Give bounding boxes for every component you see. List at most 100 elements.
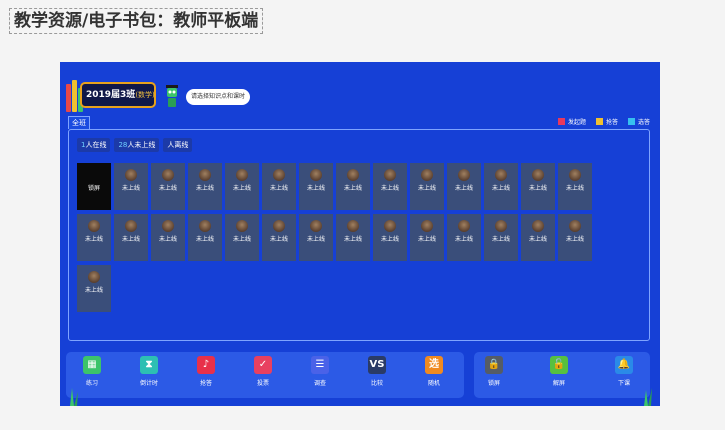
student-status-label: 未上线 (84, 287, 103, 294)
select-lesson-prompt[interactable]: 请选择知识点和课时 (186, 89, 251, 105)
student-status-label: 未上线 (565, 185, 584, 192)
student-tile[interactable]: 未上线 (77, 265, 111, 312)
student-tile[interactable]: 未上线 (484, 163, 518, 210)
student-tile[interactable]: 未上线 (410, 163, 444, 210)
unlock-icon: 🔓 (550, 356, 568, 374)
student-tile[interactable]: 未上线 (558, 214, 592, 261)
student-tile[interactable]: 锁屏 (77, 163, 111, 210)
student-tile[interactable]: 未上线 (447, 163, 481, 210)
student-tile[interactable]: 未上线 (225, 214, 259, 261)
student-status-label: 未上线 (528, 185, 547, 192)
student-status-label: 未上线 (528, 236, 547, 243)
student-tile[interactable]: 未上线 (299, 214, 333, 261)
student-tile[interactable]: 未上线 (225, 163, 259, 210)
student-tile[interactable]: 未上线 (484, 214, 518, 261)
grass-decoration-left (70, 388, 78, 406)
online-filter[interactable]: 1人在线 (77, 138, 111, 152)
tool-button[interactable]: ⧗ 倒计时 (129, 356, 169, 387)
class-name: 2019届3班 (86, 90, 136, 100)
robot-mascot-icon (166, 85, 178, 107)
avatar (310, 169, 322, 181)
student-panel: 1人在线 28人未上线 人离线 锁屏 未上线 未上线 未上线 未上线 未上线 未上线 未上线未… (68, 129, 650, 341)
tool-label: 抢答 (199, 380, 212, 387)
student-status-label: 未上线 (417, 185, 436, 192)
tool-label: 投票 (256, 380, 269, 387)
student-tile[interactable]: 未上线 (336, 214, 370, 261)
student-tile[interactable]: 未上线 (521, 163, 555, 210)
avatar (199, 169, 211, 181)
legend-item: 选答 (627, 117, 650, 126)
avatar (125, 169, 137, 181)
avatar (532, 169, 544, 181)
student-tile[interactable]: 未上线 (262, 163, 296, 210)
avatar (88, 271, 100, 283)
legend-label: 抢答 (605, 119, 618, 126)
student-status-label: 未上线 (306, 236, 325, 243)
student-tile[interactable]: 未上线 (373, 163, 407, 210)
compare-icon: VS (368, 356, 386, 374)
not-online-filter[interactable]: 28人未上线 (114, 138, 160, 152)
student-status-label: 未上线 (121, 236, 140, 243)
student-status-label: 未上线 (454, 185, 473, 192)
student-status-label: 未上线 (306, 185, 325, 192)
student-tile[interactable]: 未上线 (151, 163, 185, 210)
tool-button[interactable]: ☰ 调查 (300, 356, 340, 387)
student-status-label: 未上线 (269, 236, 288, 243)
student-status-label: 未上线 (454, 236, 473, 243)
class-selector[interactable]: 2019届3班(数学) (80, 82, 156, 108)
tool-button[interactable]: ♪ 抢答 (186, 356, 226, 387)
tool-button[interactable]: 选随机 (414, 356, 454, 387)
student-tile[interactable]: 未上线 (410, 214, 444, 261)
lock-icon: 🔒 (485, 356, 503, 374)
slide-title: 教学资源/电子书包：教师平板端 (9, 8, 264, 34)
student-tile[interactable]: 未上线 (558, 163, 592, 210)
tool-button[interactable]: 🔓 解屏 (539, 356, 579, 387)
avatar (495, 169, 507, 181)
tool-button[interactable]: 🔔 下课 (604, 356, 644, 387)
student-tile[interactable]: 未上线 (447, 214, 481, 261)
avatar (310, 220, 322, 232)
student-tile[interactable]: 未上线 (521, 214, 555, 261)
left-filter[interactable]: 人离线 (163, 138, 193, 152)
student-tile[interactable]: 未上线 (151, 214, 185, 261)
tool-button[interactable]: VS 比较 (357, 356, 397, 387)
student-status-label: 未上线 (158, 185, 177, 192)
tool-button[interactable]: 🔒 锁屏 (474, 356, 514, 387)
tool-button[interactable]: ▦ 练习 (72, 356, 112, 387)
screen-control-group: 🔒 锁屏 🔓 解屏 🔔 下课 (474, 352, 650, 398)
student-status-label: 未上线 (343, 236, 362, 243)
tool-label: 倒计时 (139, 380, 158, 387)
avatar (532, 220, 544, 232)
student-tile[interactable]: 未上线 (299, 163, 333, 210)
avatar (125, 220, 137, 232)
student-status-label: 未上线 (417, 236, 436, 243)
status-row: 1人在线 28人未上线 人离线 (77, 138, 193, 152)
student-status-label: 未上线 (195, 185, 214, 192)
avatar (273, 169, 285, 181)
student-status-label: 锁屏 (87, 185, 100, 192)
student-tile[interactable]: 未上线 (262, 214, 296, 261)
teacher-tablet-app: 2019届3班(数学) 请选择知识点和课时 全班 发起题 抢答 选答 1人在线 28… (60, 62, 660, 406)
grid-icon: ▦ (83, 356, 101, 374)
student-tile[interactable]: 未上线 (114, 163, 148, 210)
student-tile[interactable]: 未上线 (114, 214, 148, 261)
class-bell-icon: 🔔 (615, 356, 633, 374)
avatar (384, 220, 396, 232)
student-tile[interactable]: 未上线 (188, 163, 222, 210)
student-status-label: 未上线 (269, 185, 288, 192)
student-status-label: 未上线 (380, 185, 399, 192)
avatar (273, 220, 285, 232)
student-tile[interactable]: 未上线 (188, 214, 222, 261)
tab-all-class[interactable]: 全班 (68, 116, 90, 129)
legend-label: 选答 (637, 119, 650, 126)
student-tile[interactable]: 未上线 (373, 214, 407, 261)
avatar (458, 169, 470, 181)
survey-icon: ☰ (311, 356, 329, 374)
tool-button[interactable]: ✓ 投票 (243, 356, 283, 387)
student-tile[interactable]: 未上线 (336, 163, 370, 210)
student-tile[interactable]: 未上线 (77, 214, 111, 261)
student-grid: 锁屏 未上线 未上线 未上线 未上线 未上线 未上线 未上线 未上线 未上线 未上线 未上线 未上线 未上… (77, 163, 592, 312)
avatar (421, 169, 433, 181)
legend-label: 发起题 (567, 119, 586, 126)
student-status-label: 未上线 (491, 185, 510, 192)
